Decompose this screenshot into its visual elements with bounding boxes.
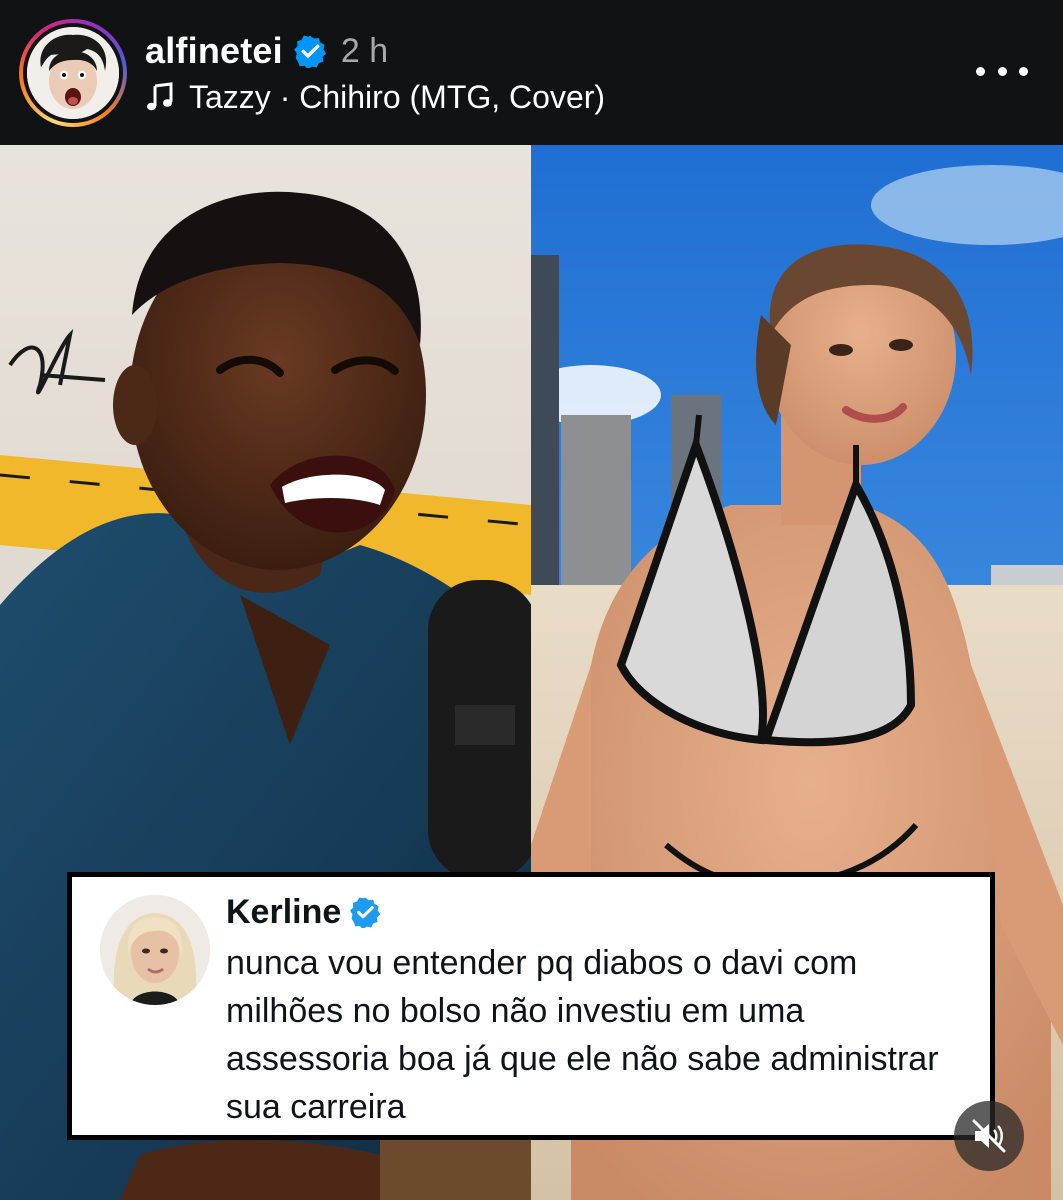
more-options-icon[interactable]: [976, 58, 1028, 84]
username-row: alfinetei 2 h: [145, 28, 388, 74]
avatar-image: [27, 27, 119, 119]
tweet-avatar[interactable]: [100, 895, 210, 1005]
music-label: Tazzy · Chihiro (MTG, Cover): [189, 78, 606, 115]
tweet-author-name[interactable]: Kerline: [226, 893, 341, 932]
tweet-card: Kerline nunca vou entender pq diabos o d…: [67, 872, 995, 1140]
username[interactable]: alfinetei: [145, 30, 283, 72]
muted-speaker-icon[interactable]: [954, 1101, 1024, 1171]
profile-avatar[interactable]: [19, 19, 127, 127]
music-row[interactable]: Tazzy · Chihiro (MTG, Cover): [145, 76, 605, 118]
tweet-author-row: Kerline: [226, 891, 381, 933]
verified-badge-icon: [293, 35, 326, 68]
tweet-text: nunca vou entender pq diabos o davi com …: [226, 944, 939, 1126]
music-note-icon: [147, 82, 173, 111]
post-time: 2 h: [340, 31, 389, 70]
verified-badge-icon: [350, 897, 381, 928]
post-header: alfinetei 2 h Tazzy · Chihiro (MTG, Cove…: [0, 0, 1063, 145]
